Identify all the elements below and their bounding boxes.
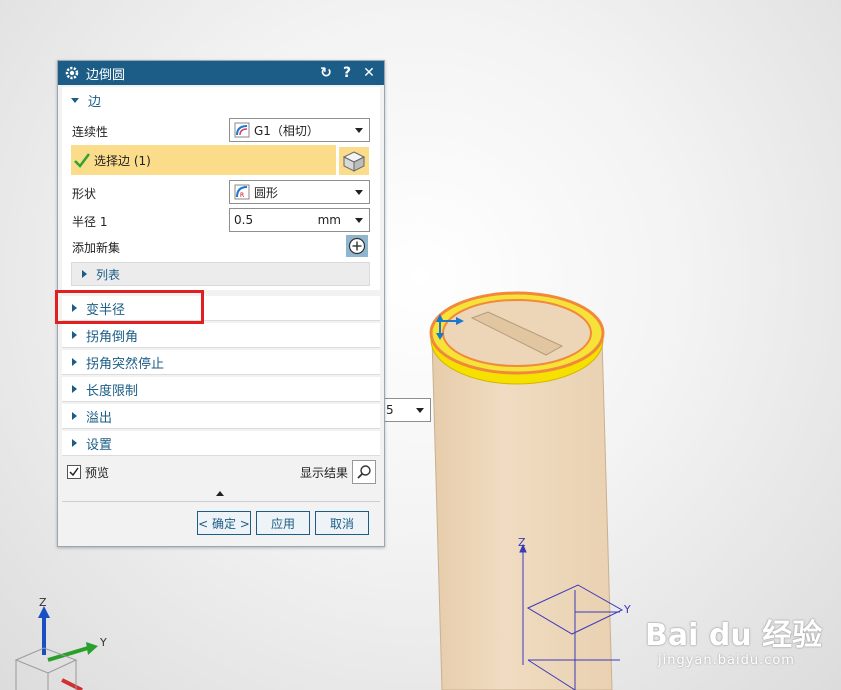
- baidu-watermark-logo: Bai du 经验: [645, 618, 823, 653]
- floating-radius-value: 5: [386, 403, 394, 417]
- dialog-title: 边倒圆: [86, 67, 126, 83]
- select-edge-label: 选择边 (1): [94, 153, 151, 168]
- preview-label: 预览: [85, 466, 110, 480]
- continuity-icon: [234, 122, 250, 138]
- add-new-set-label: 添加新集: [72, 241, 121, 255]
- section-label: 长度限制: [86, 383, 139, 399]
- caret-right-icon: [72, 385, 77, 393]
- add-new-set-button[interactable]: [346, 235, 368, 257]
- ok-button[interactable]: < 确定 >: [197, 511, 251, 535]
- apply-button[interactable]: 应用: [256, 511, 310, 535]
- checkmark-icon: [69, 467, 79, 477]
- collapse-arrow-icon[interactable]: [216, 491, 224, 496]
- dialog-titlebar[interactable]: 边倒圆 ↻ ? ✕: [58, 61, 384, 85]
- show-result-button[interactable]: [352, 460, 376, 484]
- plus-circle-icon: [348, 237, 366, 255]
- continuity-dropdown[interactable]: G1（相切）: [229, 118, 370, 142]
- list-subsection[interactable]: 列表: [71, 262, 370, 286]
- radius-label: 半径 1: [72, 215, 108, 229]
- svg-text:R: R: [240, 192, 244, 199]
- baidu-watermark-url: jingyan.baidu.com: [658, 653, 795, 668]
- shape-label: 形状: [72, 187, 97, 201]
- caret-right-icon: [72, 439, 77, 447]
- section-corner-setback[interactable]: 拐角倒角: [62, 323, 380, 348]
- caret-down-icon: [71, 97, 79, 103]
- chevron-down-icon: [355, 127, 363, 133]
- section-label: 设置: [86, 437, 113, 453]
- continuity-value: G1（相切）: [254, 123, 319, 138]
- section-label: 拐角倒角: [86, 329, 139, 345]
- section-length-limit[interactable]: 长度限制: [62, 377, 380, 402]
- triad-label-z: Z: [39, 596, 47, 609]
- caret-right-icon: [82, 270, 87, 278]
- caret-right-icon: [72, 412, 77, 420]
- checkmark-icon: [74, 153, 90, 168]
- chevron-down-icon: [416, 407, 424, 413]
- close-icon[interactable]: ✕: [360, 64, 378, 82]
- axis-label-y-small: Y: [624, 603, 631, 616]
- highlight-annotation-box: [55, 290, 204, 324]
- section-stop-short-of-corner[interactable]: 拐角突然停止: [62, 350, 380, 375]
- shape-value: 圆形: [254, 185, 279, 200]
- show-result-label: 显示结果: [300, 466, 349, 480]
- radius-value: 0.5: [234, 213, 254, 227]
- radius-unit: mm: [317, 213, 341, 227]
- axis-label-z-small: Z: [518, 536, 526, 549]
- shape-circle-icon: R: [234, 184, 250, 200]
- select-edge-row[interactable]: 选择边 (1): [71, 145, 336, 175]
- gear-icon: [65, 66, 79, 80]
- help-icon[interactable]: ?: [338, 64, 356, 82]
- preview-checkbox[interactable]: [67, 465, 81, 479]
- section-overflow[interactable]: 溢出: [62, 404, 380, 429]
- section-edge-header[interactable]: 边: [62, 89, 380, 111]
- list-label: 列表: [96, 267, 121, 282]
- chevron-down-icon: [355, 217, 363, 223]
- section-label: 溢出: [86, 410, 113, 426]
- section-edge-label: 边: [88, 94, 102, 110]
- chevron-down-icon: [355, 189, 363, 195]
- section-settings[interactable]: 设置: [62, 431, 380, 456]
- section-label: 拐角突然停止: [86, 356, 165, 372]
- cube-icon: [342, 151, 366, 172]
- cancel-button[interactable]: 取消: [315, 511, 369, 535]
- divider: [62, 501, 380, 502]
- select-edge-cube-button[interactable]: [339, 147, 369, 175]
- caret-right-icon: [72, 331, 77, 339]
- magnifier-icon: [357, 465, 371, 479]
- triad-label-y: Y: [100, 636, 107, 649]
- reset-icon[interactable]: ↻: [317, 64, 335, 82]
- radius-input[interactable]: 0.5 mm: [229, 208, 370, 232]
- caret-right-icon: [72, 358, 77, 366]
- floating-radius-dropdown[interactable]: 5: [383, 398, 431, 422]
- continuity-label: 连续性: [72, 125, 109, 139]
- shape-dropdown[interactable]: R 圆形: [229, 180, 370, 204]
